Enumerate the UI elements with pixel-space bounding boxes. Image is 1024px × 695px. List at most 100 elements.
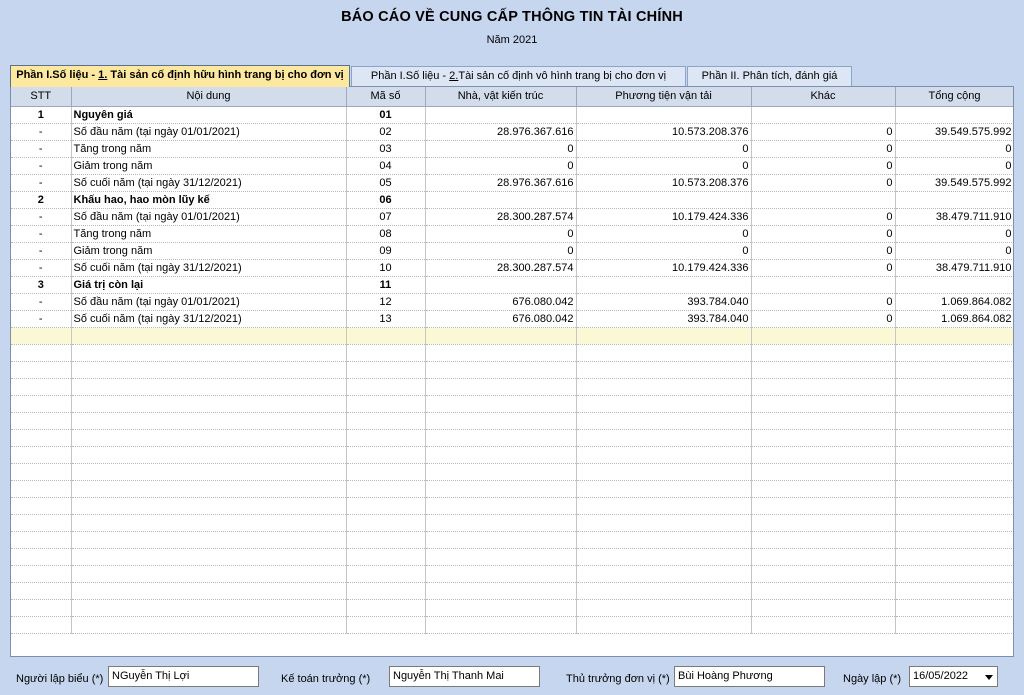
table-row[interactable]: - Số đầu năm (tại ngày 01/01/2021) 02 28.97…	[11, 123, 1013, 141]
row-code[interactable]: 10	[346, 259, 426, 277]
empty-cell[interactable]	[71, 565, 347, 583]
row-other[interactable]: 0	[751, 310, 896, 328]
empty-cell[interactable]	[895, 514, 1013, 532]
empty-cell[interactable]	[71, 514, 347, 532]
row-code[interactable]: 11	[346, 276, 426, 294]
empty-cell[interactable]	[576, 548, 752, 566]
empty-cell[interactable]	[895, 463, 1013, 481]
tab-intangible-assets[interactable]: Phần I.Số liệu - 2.Tài sản cố định vô hì…	[351, 66, 686, 86]
chevron-down-icon[interactable]	[985, 675, 993, 680]
empty-row[interactable]	[11, 582, 1013, 600]
empty-cell[interactable]	[576, 429, 752, 447]
row-other[interactable]	[751, 276, 896, 294]
row-stt[interactable]: -	[11, 225, 72, 243]
empty-cell[interactable]	[11, 361, 72, 379]
empty-cell[interactable]	[71, 497, 347, 515]
row-stt[interactable]: -	[11, 242, 72, 260]
empty-cell[interactable]	[576, 480, 752, 498]
empty-cell[interactable]	[425, 497, 577, 515]
row-stt[interactable]: -	[11, 174, 72, 192]
row-other[interactable]: 0	[751, 242, 896, 260]
empty-cell[interactable]	[576, 395, 752, 413]
empty-cell[interactable]	[346, 327, 426, 345]
row-code[interactable]: 03	[346, 140, 426, 158]
empty-cell[interactable]	[751, 616, 896, 634]
empty-cell[interactable]	[71, 327, 347, 345]
row-total[interactable]: 0	[895, 225, 1013, 243]
empty-cell[interactable]	[425, 361, 577, 379]
empty-row[interactable]	[11, 531, 1013, 549]
column-header-total[interactable]: Tổng cộng	[895, 87, 1013, 107]
empty-cell[interactable]	[11, 599, 72, 617]
row-code[interactable]: 04	[346, 157, 426, 175]
column-header-code[interactable]: Mã số	[346, 87, 426, 107]
table-row[interactable]: - Giảm trong năm 04 0 0 0 0	[11, 157, 1013, 175]
row-house[interactable]	[425, 106, 577, 124]
row-other[interactable]: 0	[751, 157, 896, 175]
empty-cell[interactable]	[425, 565, 577, 583]
empty-cell[interactable]	[425, 344, 577, 362]
row-stt[interactable]: 3	[11, 276, 72, 294]
empty-cell[interactable]	[751, 395, 896, 413]
empty-cell[interactable]	[751, 531, 896, 549]
row-house[interactable]: 676.080.042	[425, 310, 577, 328]
row-transport[interactable]: 0	[576, 242, 752, 260]
empty-cell[interactable]	[71, 582, 347, 600]
accountant-field[interactable]: Nguyễn Thị Thanh Mai	[389, 666, 540, 687]
column-header-other[interactable]: Khác	[751, 87, 896, 107]
empty-cell[interactable]	[425, 429, 577, 447]
empty-cell[interactable]	[751, 480, 896, 498]
empty-cell[interactable]	[346, 412, 426, 430]
empty-cell[interactable]	[895, 412, 1013, 430]
empty-row[interactable]	[11, 480, 1013, 498]
empty-cell[interactable]	[71, 446, 347, 464]
row-total[interactable]	[895, 191, 1013, 209]
row-stt[interactable]: 2	[11, 191, 72, 209]
empty-cell[interactable]	[11, 497, 72, 515]
row-stt[interactable]: -	[11, 310, 72, 328]
empty-cell[interactable]	[425, 531, 577, 549]
empty-cell[interactable]	[346, 463, 426, 481]
row-code[interactable]: 08	[346, 225, 426, 243]
row-transport[interactable]: 10.573.208.376	[576, 174, 752, 192]
empty-cell[interactable]	[11, 429, 72, 447]
empty-cell[interactable]	[71, 344, 347, 362]
row-stt[interactable]: -	[11, 157, 72, 175]
row-transport[interactable]: 10.179.424.336	[576, 259, 752, 277]
empty-cell[interactable]	[425, 395, 577, 413]
empty-cell[interactable]	[751, 412, 896, 430]
empty-cell[interactable]	[751, 463, 896, 481]
row-transport[interactable]: 393.784.040	[576, 310, 752, 328]
table-row[interactable]: - Tăng trong năm 08 0 0 0 0	[11, 225, 1013, 243]
empty-cell[interactable]	[11, 582, 72, 600]
empty-cell[interactable]	[576, 327, 752, 345]
empty-cell[interactable]	[751, 446, 896, 464]
empty-cell[interactable]	[11, 463, 72, 481]
empty-cell[interactable]	[751, 497, 896, 515]
row-content[interactable]: Tăng trong năm	[71, 140, 347, 158]
row-total[interactable]: 1.069.864.082	[895, 293, 1013, 311]
empty-row[interactable]	[11, 463, 1013, 481]
empty-cell[interactable]	[346, 582, 426, 600]
empty-cell[interactable]	[11, 395, 72, 413]
row-code[interactable]: 06	[346, 191, 426, 209]
row-stt[interactable]: -	[11, 123, 72, 141]
row-content[interactable]: Số cuối năm (tại ngày 31/12/2021)	[71, 174, 347, 192]
empty-row[interactable]	[11, 378, 1013, 396]
row-transport[interactable]	[576, 106, 752, 124]
empty-row[interactable]	[11, 616, 1013, 634]
table-row[interactable]: - Giảm trong năm 09 0 0 0 0	[11, 242, 1013, 260]
empty-row[interactable]	[11, 429, 1013, 447]
row-content[interactable]: Số cuối năm (tại ngày 31/12/2021)	[71, 259, 347, 277]
row-content[interactable]: Số đầu năm (tại ngày 01/01/2021)	[71, 123, 347, 141]
empty-cell[interactable]	[425, 446, 577, 464]
empty-cell[interactable]	[895, 582, 1013, 600]
empty-cell[interactable]	[895, 480, 1013, 498]
empty-cell[interactable]	[425, 480, 577, 498]
row-total[interactable]	[895, 276, 1013, 294]
row-house[interactable]: 28.976.367.616	[425, 123, 577, 141]
empty-cell[interactable]	[71, 463, 347, 481]
empty-cell[interactable]	[71, 361, 347, 379]
empty-cell[interactable]	[425, 327, 577, 345]
empty-cell[interactable]	[895, 616, 1013, 634]
